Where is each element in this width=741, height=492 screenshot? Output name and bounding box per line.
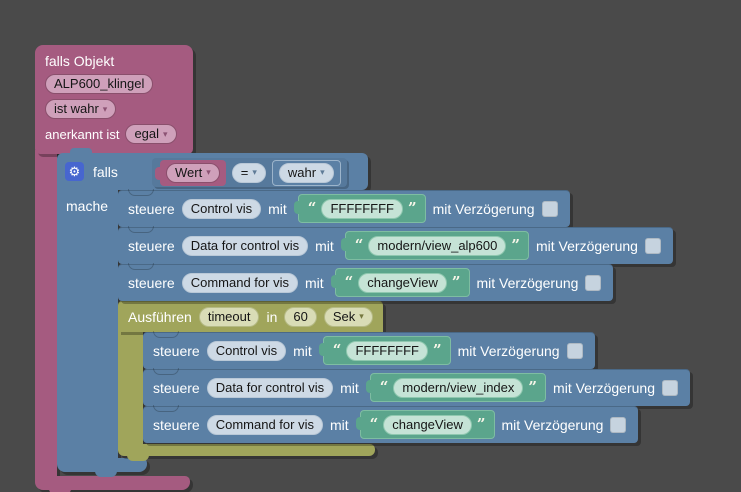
string-value-field[interactable]: modern/view_index [393,377,524,398]
control-state-block[interactable]: steuere Control vis mit “ FFFFFFFF ” mit… [118,189,570,227]
trigger-block-header[interactable]: falls Objekt ALP600_klingel ist wahr ▾ a… [35,45,193,154]
control-with-label: mit [315,237,334,254]
control-state-block[interactable]: steuere Data for control vis mit “ moder… [143,368,690,406]
open-quote-icon: “ [307,199,317,217]
control-delay-label: mit Verzögerung [476,274,579,291]
control-delay-label: mit Verzögerung [457,342,560,359]
control-state-field[interactable]: Command for vis [181,272,298,293]
control-state-block[interactable]: steuere Command for vis mit “ changeView… [118,263,614,301]
control-with-label: mit [268,200,287,217]
control-verb-label: steuere [128,274,175,291]
close-quote-icon: ” [476,415,486,433]
control-state-field[interactable]: Command for vis [206,414,323,435]
dropdown-arrow-icon: ▾ [320,167,325,177]
string-literal-block[interactable]: “ FFFFFFFF ” [318,336,451,365]
dropdown-arrow-icon: ▾ [163,128,168,139]
compare-left-dropdown[interactable]: Wert ▾ [166,162,220,183]
trigger-block-spine[interactable] [35,150,57,477]
control-verb-label: steuere [153,342,200,359]
trigger-object-value: ALP600_klingel [54,76,145,91]
dropdown-arrow-icon: ▾ [359,311,364,321]
trigger-ack-label: anerkannt ist [45,126,120,142]
delay-checkbox[interactable] [610,416,627,433]
if-label: falls [93,163,118,180]
compare-block[interactable]: Wert ▾ = ▾ wahr ▾ [152,158,347,187]
close-quote-icon: ” [511,236,520,254]
string-literal-block[interactable]: “ modern/view_index ” [365,373,547,402]
timeout-delay-field[interactable]: 60 [284,306,317,327]
string-value-field[interactable]: changeView [383,414,472,435]
open-quote-icon: “ [354,236,364,254]
control-delay-label: mit Verzögerung [553,379,655,396]
close-quote-icon: ” [451,273,461,291]
trigger-condition-dropdown[interactable]: ist wahr ▾ [45,99,117,119]
string-literal-block[interactable]: “ modern/view_alp600 ” [340,231,529,260]
close-quote-icon: ” [407,199,417,217]
dropdown-arrow-icon: ▾ [102,103,108,114]
boolean-block[interactable]: wahr ▾ [271,159,341,186]
timeout-name-field[interactable]: timeout [198,306,260,327]
dropdown-arrow-icon: ▾ [206,167,211,177]
string-value-field[interactable]: changeView [358,272,447,293]
value-block[interactable]: Wert ▾ [155,159,226,186]
control-with-label: mit [304,274,324,291]
control-verb-label: steuere [128,237,175,254]
control-state-block[interactable]: steuere Command for vis mit “ changeView… [143,405,639,443]
control-state-field[interactable]: Control vis [206,340,287,361]
control-delay-label: mit Verzögerung [536,237,638,254]
control-state-field[interactable]: Control vis [181,198,262,219]
timeout-label: Ausführen [128,308,192,325]
dropdown-arrow-icon: ▾ [252,167,257,177]
delay-checkbox[interactable] [644,237,661,254]
compare-right-dropdown[interactable]: wahr ▾ [278,162,334,183]
string-literal-block[interactable]: “ changeView ” [330,268,470,297]
timeout-block-bottom-tab [127,455,149,461]
delay-checkbox[interactable] [662,379,678,396]
trigger-object-field[interactable]: ALP600_klingel [45,74,154,94]
timeout-block-header[interactable]: Ausführen timeout in 60 Sek ▾ [118,301,383,332]
trigger-block-title: falls Objekt [45,53,115,69]
timeout-block-foot[interactable] [118,444,375,456]
control-verb-label: steuere [153,379,200,396]
control-with-label: mit [329,416,349,433]
compare-operator-dropdown[interactable]: = ▾ [231,162,266,183]
if-block-do-spine[interactable]: mache [57,190,118,458]
trigger-ack-dropdown[interactable]: egal ▾ [125,124,177,144]
timeout-in-label: in [266,308,278,325]
close-quote-icon: ” [528,378,538,396]
trigger-block-foot[interactable] [35,476,190,490]
control-verb-label: steuere [128,200,175,217]
string-value-field[interactable]: FFFFFFFF [346,340,428,361]
string-literal-block[interactable]: “ changeView ” [355,410,495,439]
control-verb-label: steuere [153,416,200,433]
control-with-label: mit [293,342,312,359]
timeout-block-spine[interactable] [118,330,143,446]
string-value-field[interactable]: modern/view_alp600 [368,235,507,256]
open-quote-icon: “ [344,273,354,291]
mutator-gear-icon[interactable]: ⚙ [65,162,84,181]
timeout-unit-dropdown[interactable]: Sek ▾ [323,306,373,327]
delay-checkbox[interactable] [566,342,583,359]
control-with-label: mit [340,379,359,396]
string-literal-block[interactable]: “ FFFFFFFF ” [293,194,426,223]
control-state-block[interactable]: steuere Control vis mit “ FFFFFFFF ” mit… [143,331,595,369]
close-quote-icon: ” [432,341,442,359]
blockly-workspace[interactable]: falls Objekt ALP600_klingel ist wahr ▾ a… [0,0,741,492]
do-label: mache [66,198,109,214]
string-value-field[interactable]: FFFFFFFF [321,198,403,219]
control-state-field[interactable]: Data for control vis [181,235,309,256]
if-block-bottom-tab [95,471,117,477]
control-state-block[interactable]: steuere Data for control vis mit “ moder… [118,226,673,264]
delay-checkbox[interactable] [541,200,558,217]
control-state-field[interactable]: Data for control vis [206,377,334,398]
delay-checkbox[interactable] [585,274,602,291]
open-quote-icon: “ [379,378,389,396]
open-quote-icon: “ [369,415,379,433]
control-delay-label: mit Verzögerung [432,200,535,217]
open-quote-icon: “ [332,341,342,359]
control-delay-label: mit Verzögerung [501,416,604,433]
